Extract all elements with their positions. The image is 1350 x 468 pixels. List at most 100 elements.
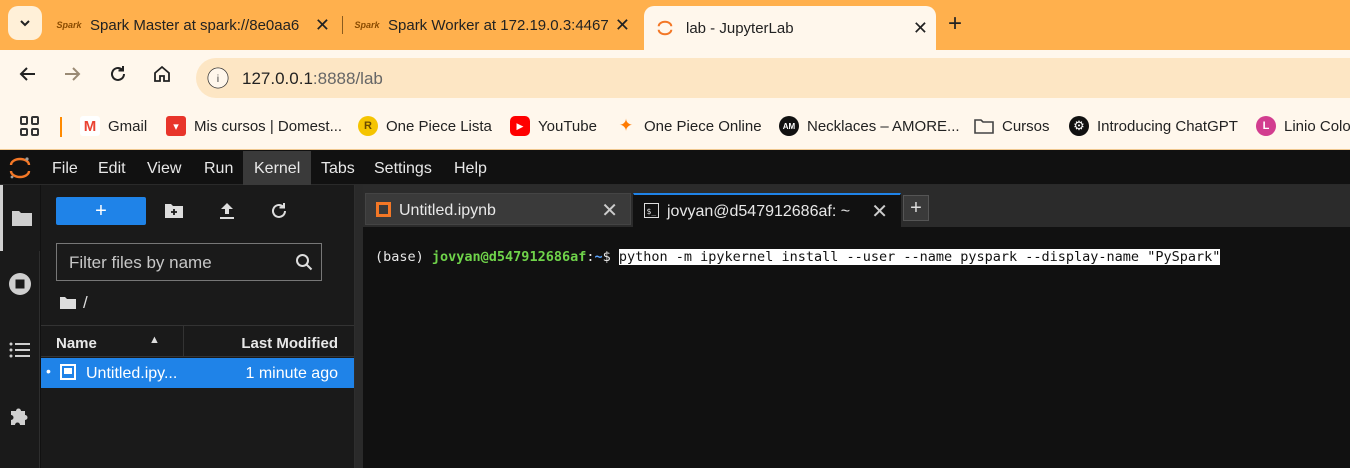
menu-edit[interactable]: Edit: [87, 151, 137, 185]
svg-text:$_: $_: [647, 207, 657, 216]
new-folder-icon: [165, 204, 183, 218]
new-launcher-button[interactable]: +: [56, 197, 146, 225]
bookmark-label: Mis cursos | Domest...: [194, 117, 343, 135]
bookmark-label: One Piece Lista: [386, 117, 492, 135]
selected-command[interactable]: python -m ipykernel install --user --nam…: [618, 249, 1221, 265]
browser-tab-title: lab - JupyterLab: [686, 19, 794, 37]
menu-run[interactable]: Run: [193, 151, 244, 185]
search-icon: [296, 254, 313, 271]
upload-icon: [220, 203, 234, 219]
refresh-button[interactable]: [268, 200, 290, 222]
terminal-panel[interactable]: (base) jovyan@d547912686af:~$ python -m …: [363, 227, 1350, 468]
folder-icon[interactable]: [59, 296, 77, 310]
filter-files-field[interactable]: [56, 243, 322, 281]
terminal-prompt-line: (base) jovyan@d547912686af:~$ python -m …: [375, 249, 1221, 265]
dock-tab-terminal[interactable]: $_ jovyan@d547912686af: ~ ✕: [633, 193, 901, 227]
refresh-icon: [272, 203, 286, 218]
upload-button[interactable]: [216, 200, 238, 222]
prompt-symbol: $: [602, 249, 619, 265]
running-sessions-tab[interactable]: [0, 251, 40, 317]
bookmark-label: Cursos: [1002, 117, 1050, 135]
breadcrumb: /: [59, 293, 88, 313]
amore-icon: AM: [779, 116, 799, 136]
working-dir: ~: [594, 249, 603, 265]
panel-splitter[interactable]: [355, 185, 363, 468]
file-name: Untitled.ipy...: [86, 365, 178, 382]
arrow-right-icon: [65, 67, 81, 81]
bookmark-label: Introducing ChatGPT: [1097, 117, 1238, 135]
home-button[interactable]: [148, 64, 176, 90]
url-path: :8888/lab: [312, 69, 383, 88]
file-list-item[interactable]: • Untitled.ipy... 1 minute ago: [41, 358, 354, 388]
youtube-icon: ▶: [510, 116, 530, 136]
notebook-icon: [60, 364, 76, 380]
one-piece-lista-icon: R: [358, 116, 378, 136]
close-icon[interactable]: ✕: [913, 18, 928, 39]
breadcrumb-root[interactable]: /: [83, 293, 88, 313]
bookmark-cursos[interactable]: Cursos: [974, 116, 1050, 136]
file-browser-panel: + / Name ▲ Last Modified • Untitled.ipy.…: [41, 185, 355, 468]
column-divider[interactable]: [183, 326, 184, 356]
table-of-contents-tab[interactable]: [0, 317, 40, 383]
bookmark-one-piece-lista[interactable]: R One Piece Lista: [358, 116, 492, 136]
bookmarks-bar: M Gmail ▾ Mis cursos | Domest... R One P…: [0, 106, 1350, 150]
close-icon[interactable]: ✕: [871, 199, 888, 224]
conda-env: (base): [375, 249, 432, 265]
column-last-modified[interactable]: Last Modified: [241, 335, 338, 352]
apps-grid-icon[interactable]: [20, 116, 40, 136]
bookmark-youtube[interactable]: ▶ YouTube: [510, 116, 597, 136]
new-tab-button[interactable]: +: [948, 10, 962, 38]
left-activity-bar: [0, 185, 40, 468]
jupyter-menubar: File Edit View Run Kernel Tabs Settings …: [0, 151, 1350, 185]
reload-button[interactable]: [104, 64, 132, 90]
menu-settings[interactable]: Settings: [363, 151, 443, 185]
browser-tab-spark-worker[interactable]: Spark Spark Worker at 172.19.0.3:4467 ✕: [346, 8, 638, 42]
forward-button[interactable]: [58, 64, 86, 90]
new-folder-button[interactable]: [163, 200, 185, 222]
file-browser-tab[interactable]: [0, 185, 40, 251]
column-name[interactable]: Name: [56, 335, 97, 352]
dock-tab-label: Untitled.ipynb: [399, 202, 496, 219]
menu-kernel[interactable]: Kernel: [243, 151, 312, 185]
browser-tab-spark-master[interactable]: Spark Spark Master at spark://8e0aa6 ✕: [48, 8, 338, 42]
browser-tab-bar: Spark Spark Master at spark://8e0aa6 ✕ S…: [0, 0, 1350, 50]
info-icon[interactable]: i: [207, 67, 229, 89]
running-indicator-icon: •: [46, 363, 51, 379]
tab-separator: [342, 16, 343, 34]
bookmark-one-piece-online[interactable]: ✦ One Piece Online: [616, 116, 762, 136]
sort-ascending-icon[interactable]: ▲: [149, 334, 160, 346]
bookmarks-divider: [60, 117, 62, 137]
dock-tab-label: jovyan@d547912686af: ~: [667, 203, 851, 220]
menu-help[interactable]: Help: [443, 151, 498, 185]
address-url[interactable]: 127.0.0.1:8888/lab: [242, 69, 383, 89]
back-button[interactable]: [14, 64, 42, 90]
domestika-icon: ▾: [166, 116, 186, 136]
tab-search-dropdown[interactable]: [8, 6, 42, 40]
bookmark-domestika[interactable]: ▾ Mis cursos | Domest...: [166, 116, 342, 136]
close-icon[interactable]: ✕: [315, 15, 330, 36]
dock-tab-notebook[interactable]: Untitled.ipynb ✕: [365, 193, 631, 225]
menu-file[interactable]: File: [41, 151, 89, 185]
browser-tab-title: Spark Worker at 172.19.0.3:4467: [388, 16, 609, 34]
extension-manager-tab[interactable]: [0, 383, 40, 449]
address-bar[interactable]: i 127.0.0.1:8888/lab: [196, 58, 1350, 98]
close-icon[interactable]: ✕: [601, 198, 618, 223]
menu-tabs[interactable]: Tabs: [310, 151, 366, 185]
new-launcher-tab-button[interactable]: +: [903, 195, 929, 221]
bookmark-label: Gmail: [108, 117, 148, 135]
spark-icon: Spark: [56, 20, 82, 30]
bookmark-linio[interactable]: L Linio Colo: [1256, 116, 1350, 136]
chevron-down-icon: [20, 20, 30, 27]
browser-tab-jupyterlab[interactable]: lab - JupyterLab ✕: [644, 6, 936, 50]
arrow-left-icon: [19, 67, 35, 81]
menu-view[interactable]: View: [136, 151, 192, 185]
close-icon[interactable]: ✕: [615, 15, 630, 36]
bookmark-label: Necklaces – AMORE...: [807, 117, 960, 135]
notebook-icon: [376, 202, 391, 217]
filter-files-input[interactable]: [69, 253, 289, 273]
folder-icon: [974, 116, 994, 136]
bookmark-gmail[interactable]: M Gmail: [80, 116, 147, 136]
bookmark-amore[interactable]: AM Necklaces – AMORE...: [779, 116, 960, 136]
jupyter-logo-icon[interactable]: [8, 156, 32, 180]
bookmark-chatgpt[interactable]: ⚙ Introducing ChatGPT: [1069, 116, 1238, 136]
